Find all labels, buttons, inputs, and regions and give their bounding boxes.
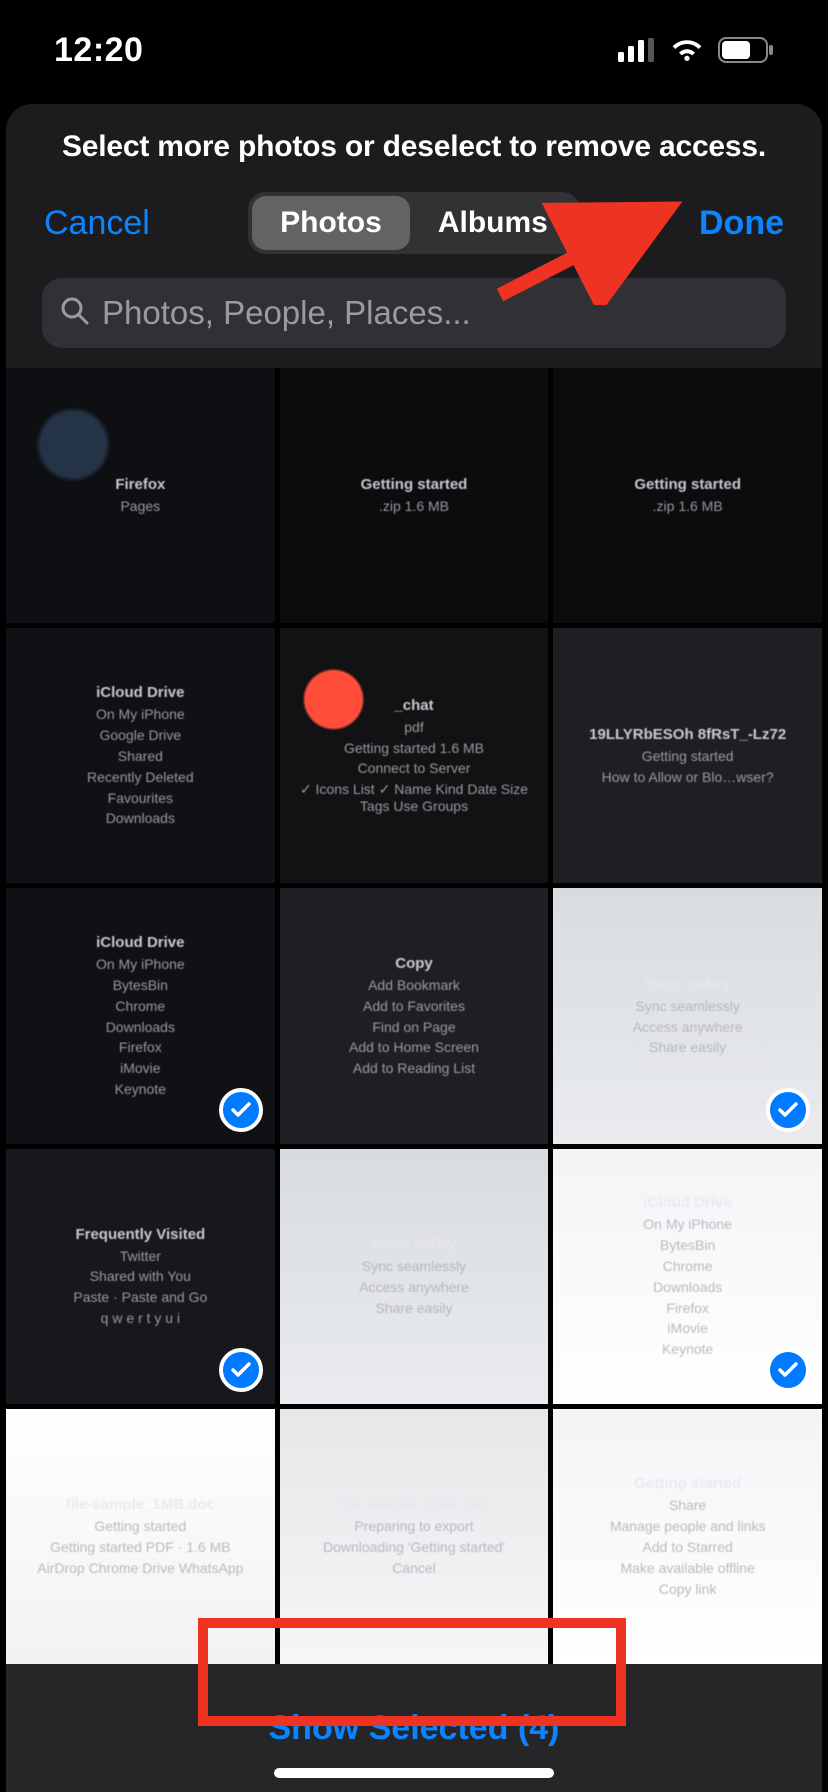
- segment-albums[interactable]: Albums: [410, 196, 576, 250]
- thumb-preview-text: FirefoxPages: [6, 368, 275, 623]
- photo-thumb[interactable]: Getting startedShareManage people and li…: [553, 1409, 822, 1664]
- photo-picker-sheet: Select more photos or deselect to remove…: [6, 104, 822, 1792]
- thumb-preview-text: file-sample_1MB.docPreparing to exportDo…: [280, 1409, 549, 1664]
- status-icons: [618, 37, 774, 63]
- photo-thumb[interactable]: 19LLYRbESOh 8fRsT_-Lz72Getting startedHo…: [553, 628, 822, 883]
- selection-check-icon: [219, 1088, 263, 1132]
- photo-thumb[interactable]: Store safelySync seamlesslyAccess anywhe…: [553, 888, 822, 1143]
- status-time: 12:20: [54, 31, 143, 70]
- thumb-preview-text: iCloud DriveOn My iPhoneGoogle DriveShar…: [6, 628, 275, 883]
- photo-thumb[interactable]: _chatpdfGetting started 1.6 MBConnect to…: [280, 628, 549, 883]
- segmented-control[interactable]: Photos Albums: [248, 192, 580, 254]
- photo-thumb[interactable]: Frequently VisitedTwitterShared with You…: [6, 1149, 275, 1404]
- thumb-preview-text: Getting started.zip 1.6 MB: [280, 368, 549, 623]
- photo-thumb[interactable]: CopyAdd BookmarkAdd to FavoritesFind on …: [280, 888, 549, 1143]
- thumb-preview-text: Store safelySync seamlesslyAccess anywhe…: [280, 1149, 549, 1404]
- thumb-preview-text: 19LLYRbESOh 8fRsT_-Lz72Getting startedHo…: [553, 628, 822, 883]
- cancel-button[interactable]: Cancel: [44, 204, 150, 242]
- photo-thumb[interactable]: file-sample_1MB.docPreparing to exportDo…: [280, 1409, 549, 1664]
- selection-check-icon: [766, 1088, 810, 1132]
- show-selected-button[interactable]: Show Selected (4): [269, 1709, 560, 1748]
- bottom-bar: Show Selected (4): [6, 1664, 822, 1792]
- photo-thumb[interactable]: FirefoxPages: [6, 368, 275, 623]
- done-button[interactable]: Done: [699, 204, 784, 242]
- photo-thumb[interactable]: iCloud DriveOn My iPhoneBytesBinChromeDo…: [6, 888, 275, 1143]
- photo-thumb[interactable]: Getting started.zip 1.6 MB: [553, 368, 822, 623]
- photo-grid[interactable]: FirefoxPagesGetting started.zip 1.6 MBGe…: [6, 368, 822, 1664]
- search-field[interactable]: [42, 278, 786, 348]
- selection-check-icon: [766, 1348, 810, 1392]
- segment-photos[interactable]: Photos: [252, 196, 410, 250]
- thumb-preview-text: file-sample_1MB.docGetting startedGettin…: [6, 1409, 275, 1664]
- battery-icon: [718, 37, 774, 63]
- thumb-preview-text: Getting started.zip 1.6 MB: [553, 368, 822, 623]
- cellular-icon: [618, 38, 656, 62]
- photo-thumb[interactable]: Getting started.zip 1.6 MB: [280, 368, 549, 623]
- photo-thumb[interactable]: iCloud DriveOn My iPhoneBytesBinChromeDo…: [553, 1149, 822, 1404]
- thumb-preview-text: CopyAdd BookmarkAdd to FavoritesFind on …: [280, 888, 549, 1143]
- sheet-header: Select more photos or deselect to remove…: [6, 104, 822, 182]
- search-input[interactable]: [100, 293, 768, 333]
- selection-check-icon: [219, 1348, 263, 1392]
- photo-thumb[interactable]: file-sample_1MB.docGetting startedGettin…: [6, 1409, 275, 1664]
- thumb-preview-text: _chatpdfGetting started 1.6 MBConnect to…: [280, 628, 549, 883]
- search-icon: [60, 296, 90, 331]
- photo-thumb[interactable]: Store safelySync seamlesslyAccess anywhe…: [280, 1149, 549, 1404]
- photo-thumb[interactable]: iCloud DriveOn My iPhoneGoogle DriveShar…: [6, 628, 275, 883]
- status-bar: 12:20: [0, 0, 828, 100]
- sheet-title: Select more photos or deselect to remove…: [30, 130, 798, 164]
- sheet-navrow: Cancel Photos Albums Done: [6, 182, 822, 272]
- thumb-preview-text: Getting startedShareManage people and li…: [553, 1409, 822, 1664]
- home-indicator: [274, 1768, 554, 1778]
- wifi-icon: [670, 38, 704, 62]
